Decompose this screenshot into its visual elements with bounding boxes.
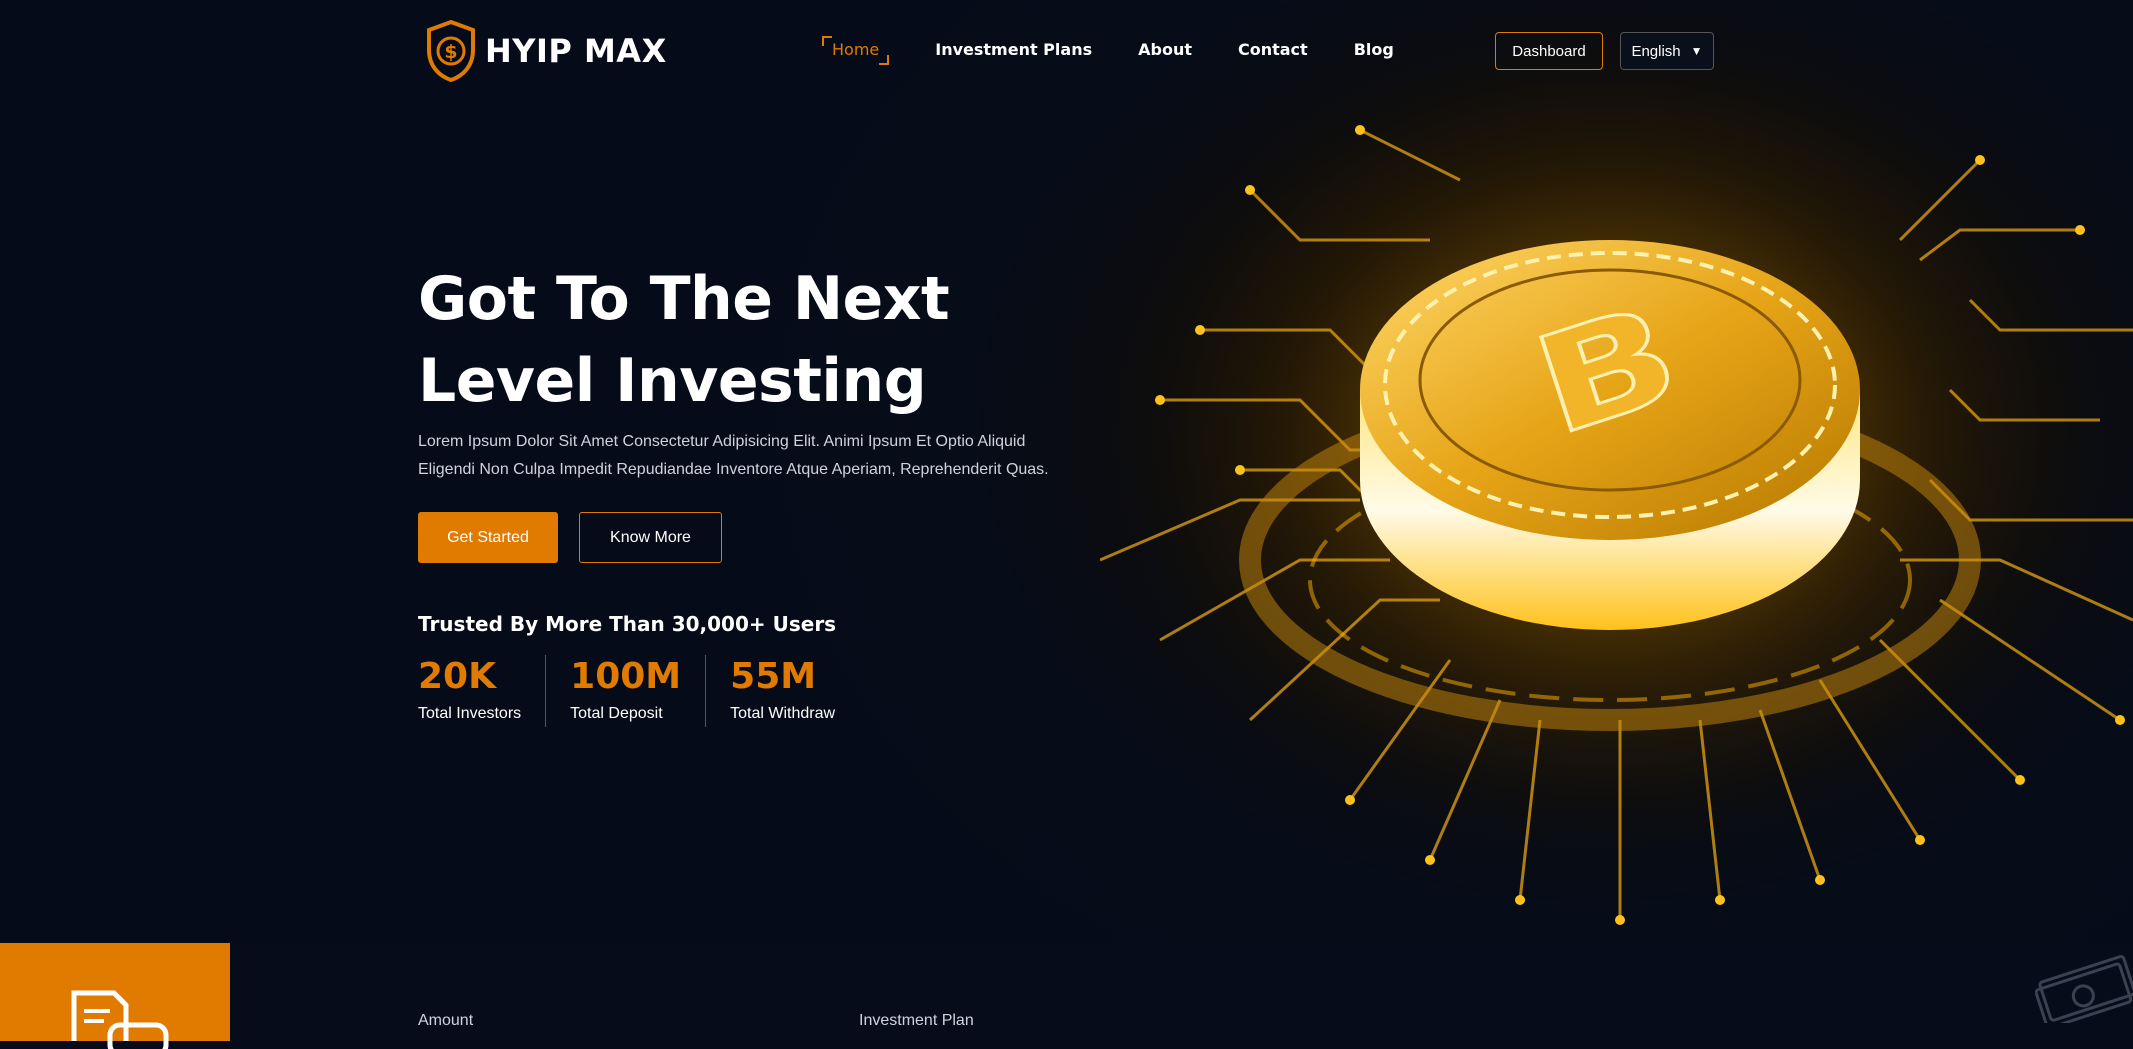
investment-plan-label: Investment Plan: [859, 1012, 974, 1029]
nav-item-home[interactable]: Home: [822, 36, 890, 65]
main-nav: Home Investment Plans About Contact Blog: [822, 36, 1394, 65]
amount-label: Amount: [418, 1012, 474, 1029]
shield-dollar-icon: $: [427, 20, 475, 82]
stat-value: 100M: [570, 656, 682, 697]
nav-item-blog[interactable]: Blog: [1354, 40, 1394, 59]
hero-title: Got To The Next Level Investing: [418, 264, 950, 416]
stat-value: 55M: [730, 656, 817, 697]
nav-item-about[interactable]: About: [1138, 40, 1192, 59]
know-more-button[interactable]: Know More: [579, 512, 722, 563]
stat-label: Total Withdraw: [730, 705, 836, 722]
stat-total-withdraw: 55M Total Withdraw: [730, 655, 859, 727]
calculator-icon-box: [0, 943, 230, 1049]
stat-total-investors: 20K Total Investors: [418, 655, 547, 727]
chevron-down-icon: ▼: [1690, 44, 1703, 58]
stat-total-deposit: 100M Total Deposit: [570, 655, 707, 727]
brand-name: HYIP MAX: [485, 32, 667, 70]
language-select[interactable]: English ▼: [1620, 32, 1714, 70]
stats-row: 20K Total Investors 100M Total Deposit 5…: [418, 655, 883, 727]
get-started-button[interactable]: Get Started: [418, 512, 558, 563]
cash-icon: [2035, 954, 2133, 1023]
stat-label: Total Investors: [418, 705, 522, 722]
logo[interactable]: $ HYIP MAX: [425, 20, 667, 82]
svg-text:$: $: [444, 41, 457, 63]
nav-item-investment-plans[interactable]: Investment Plans: [935, 40, 1092, 59]
trusted-text: Trusted By More Than 30,000+ Users: [418, 612, 837, 636]
hero-section: B $ HYIP MAX Home Investment Plans About…: [0, 0, 2133, 943]
nav-item-contact[interactable]: Contact: [1238, 40, 1308, 59]
hero-subtitle: Lorem Ipsum Dolor Sit Amet Consectetur A…: [418, 433, 1049, 478]
dashboard-button[interactable]: Dashboard: [1495, 32, 1603, 70]
stat-value: 20K: [418, 656, 496, 697]
language-value: English: [1631, 42, 1681, 60]
document-money-icon: [71, 990, 169, 1049]
stat-label: Total Deposit: [570, 705, 663, 722]
calculator-section: Amount Investment Plan: [0, 943, 2133, 1049]
bitcoin-circuit-icon: B: [1100, 10, 2133, 925]
